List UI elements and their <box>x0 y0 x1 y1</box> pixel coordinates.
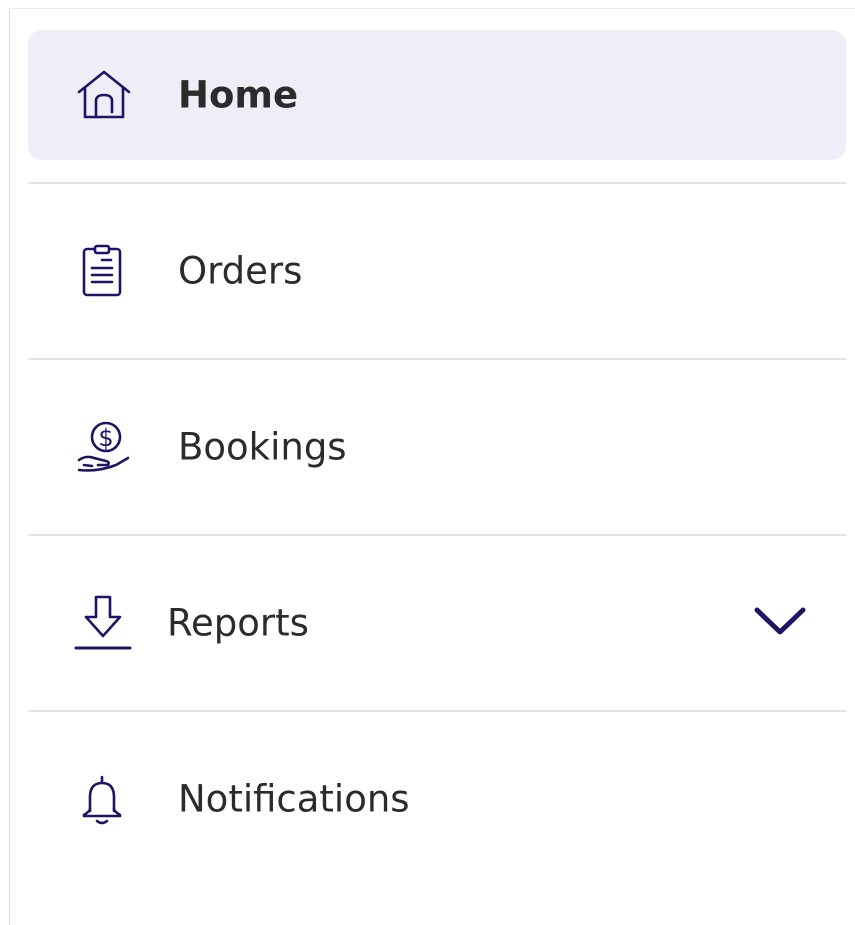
bell-icon <box>80 771 124 827</box>
side-navigation: Home Orders $ Bookings Reports Notificat… <box>28 30 846 864</box>
panel-left-border <box>9 8 10 925</box>
nav-item-label: Bookings <box>178 425 347 469</box>
divider <box>28 710 846 712</box>
document-icon <box>80 244 124 298</box>
nav-item-label: Orders <box>178 249 303 293</box>
divider <box>28 358 846 360</box>
nav-item-home[interactable]: Home <box>28 30 846 160</box>
nav-item-label: Home <box>178 73 299 117</box>
svg-text:$: $ <box>98 424 113 452</box>
nav-item-notifications[interactable]: Notifications <box>28 734 846 864</box>
dollar-hand-icon: $ <box>76 420 132 474</box>
nav-item-orders[interactable]: Orders <box>28 206 846 336</box>
divider <box>28 534 846 536</box>
divider <box>28 182 846 184</box>
nav-item-label: Reports <box>167 601 309 645</box>
nav-item-bookings[interactable]: $ Bookings <box>28 382 846 512</box>
panel-top-border <box>9 8 855 9</box>
download-icon <box>74 594 132 652</box>
home-icon <box>76 68 132 122</box>
chevron-down-icon[interactable] <box>752 605 808 641</box>
nav-item-reports[interactable]: Reports <box>28 558 846 688</box>
nav-item-label: Notifications <box>178 777 410 821</box>
